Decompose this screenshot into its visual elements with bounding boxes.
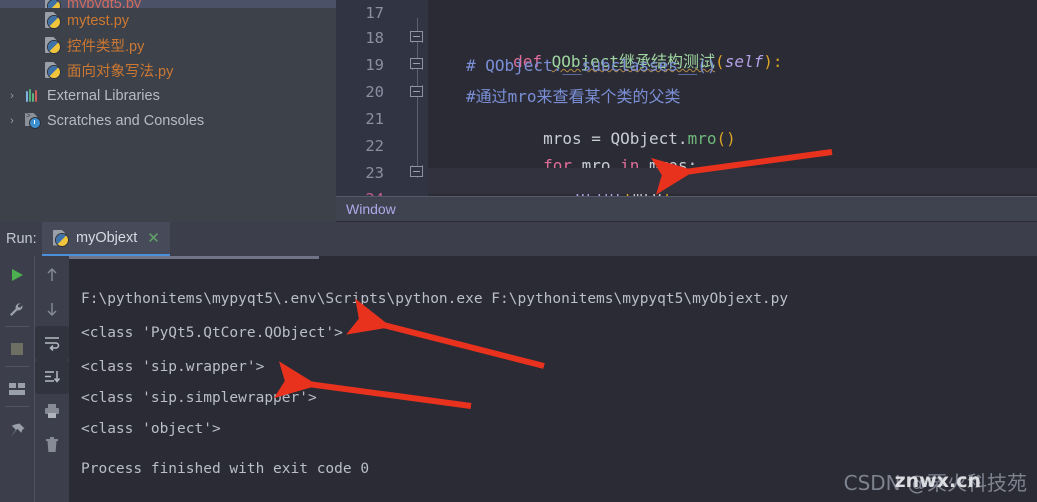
- up-arrow-icon: [47, 268, 57, 281]
- toolbar-divider: [5, 366, 29, 367]
- project-tree-panel[interactable]: mypyqt5.py mytest.py 控件类型.py 面向对象写法.py ›…: [0, 0, 336, 222]
- console-line: <class 'PyQt5.QtCore.QObject'>: [81, 325, 343, 341]
- code-editor[interactable]: 17 18 19 20 21 22 23 24 def QObject继承结构测…: [336, 0, 1037, 208]
- pin-icon: [10, 423, 25, 438]
- line-number: 22: [365, 137, 384, 155]
- tree-item-label: mytest.py: [67, 12, 130, 29]
- code-line-20-comment: #通过mro来查看某个类的父类: [466, 87, 681, 106]
- down-arrow-icon: [47, 303, 57, 316]
- line-number: 20: [365, 83, 384, 101]
- run-tab-myobjext[interactable]: myObjext ✕: [42, 222, 170, 256]
- scratches-icon: [24, 112, 41, 129]
- soft-wrap-button[interactable]: [35, 326, 69, 360]
- run-tab-label: myObjext: [76, 230, 138, 246]
- breadcrumb[interactable]: Window: [336, 196, 1037, 222]
- soft-wrap-icon: [45, 337, 60, 351]
- prev-occurrence-button[interactable]: [35, 258, 69, 292]
- run-toolbar-primary[interactable]: [0, 256, 34, 502]
- line-number: 17: [365, 4, 384, 22]
- close-icon[interactable]: ✕: [147, 229, 160, 247]
- run-tool-window: Run: myObjext ✕ F:\pythonitems\mypyqt5\.…: [0, 222, 1037, 502]
- tree-item-mytest[interactable]: mytest.py: [0, 8, 336, 33]
- tree-item-external-libraries[interactable]: › External Libraries: [0, 83, 336, 108]
- console-line: <class 'sip.simplewrapper'>: [81, 390, 317, 406]
- pin-tab-button[interactable]: [0, 414, 34, 448]
- fold-marker-icon[interactable]: [410, 166, 423, 177]
- next-occurrence-button[interactable]: [35, 292, 69, 326]
- run-label: Run:: [6, 231, 37, 247]
- print-button[interactable]: [35, 394, 69, 428]
- chevron-right-icon[interactable]: ›: [4, 88, 20, 104]
- tree-item-widget-types[interactable]: 控件类型.py: [0, 33, 336, 58]
- tree-item-oop-style[interactable]: 面向对象写法.py: [0, 58, 336, 83]
- watermark-site: znwx.cn: [894, 470, 981, 492]
- console-line: Process finished with exit code 0: [81, 461, 370, 477]
- tree-item-label: 面向对象写法.py: [67, 64, 174, 80]
- fold-marker-icon[interactable]: [410, 86, 423, 97]
- run-toolbar-secondary[interactable]: [34, 256, 70, 502]
- run-header: Run: myObjext ✕: [0, 222, 1037, 257]
- line-number: 23: [365, 164, 384, 182]
- python-file-icon: [44, 37, 61, 54]
- stop-icon: [11, 343, 23, 355]
- clear-all-button[interactable]: [35, 428, 69, 462]
- toolbar-divider: [5, 326, 29, 327]
- line-number: 21: [365, 110, 384, 128]
- fold-marker-icon[interactable]: [410, 31, 423, 42]
- wrench-icon: [10, 303, 23, 316]
- chevron-right-icon[interactable]: ›: [4, 113, 20, 129]
- stop-button[interactable]: [0, 332, 34, 366]
- param-self: self: [724, 52, 764, 71]
- pycharm-window: mypyqt5.py mytest.py 控件类型.py 面向对象写法.py ›…: [0, 0, 1037, 502]
- breadcrumb-window[interactable]: Window: [346, 201, 396, 217]
- toolbar-divider: [5, 406, 29, 407]
- python-file-icon: [44, 12, 61, 29]
- settings-button[interactable]: [0, 294, 34, 328]
- libraries-icon: [24, 87, 41, 104]
- paren-open: (: [715, 52, 725, 71]
- console-scrollbar[interactable]: [69, 256, 319, 259]
- line-number: 19: [365, 56, 384, 74]
- code-line-19-comment: # QObject.__subclasses__(): [466, 56, 717, 75]
- scroll-to-end-button[interactable]: [35, 360, 69, 394]
- tree-item-label: 控件类型.py: [67, 39, 145, 55]
- paren-close: ):: [763, 52, 783, 71]
- console-line: F:\pythonitems\mypyqt5\.env\Scripts\pyth…: [81, 291, 789, 307]
- trash-icon: [46, 437, 58, 452]
- console-line: <class 'sip.wrapper'>: [81, 359, 265, 375]
- tree-item-partial[interactable]: mypyqt5.py: [0, 0, 336, 8]
- play-icon: [12, 269, 23, 281]
- printer-icon: [45, 404, 59, 418]
- layout-icon: [9, 383, 25, 395]
- python-file-icon: [44, 62, 61, 79]
- fold-marker-icon[interactable]: [410, 58, 423, 69]
- python-file-icon: [52, 229, 69, 247]
- call-parens: (): [716, 129, 736, 148]
- tree-item-label: Scratches and Consoles: [47, 112, 205, 129]
- top-area: mypyqt5.py mytest.py 控件类型.py 面向对象写法.py ›…: [0, 0, 1037, 222]
- python-file-icon: [44, 0, 61, 8]
- console-line: <class 'object'>: [81, 421, 221, 437]
- tree-item-scratches-and-consoles[interactable]: › Scratches and Consoles: [0, 108, 336, 133]
- console-output[interactable]: F:\pythonitems\mypyqt5\.env\Scripts\pyth…: [69, 256, 1037, 502]
- rerun-button[interactable]: [0, 258, 34, 292]
- scroll-to-end-icon: [45, 371, 61, 383]
- tree-item-label: External Libraries: [47, 87, 160, 104]
- line-number: 18: [365, 29, 384, 47]
- current-line-highlight: [428, 168, 1037, 194]
- layout-button[interactable]: [0, 372, 34, 406]
- tree-item-label: mypyqt5.py: [67, 0, 142, 8]
